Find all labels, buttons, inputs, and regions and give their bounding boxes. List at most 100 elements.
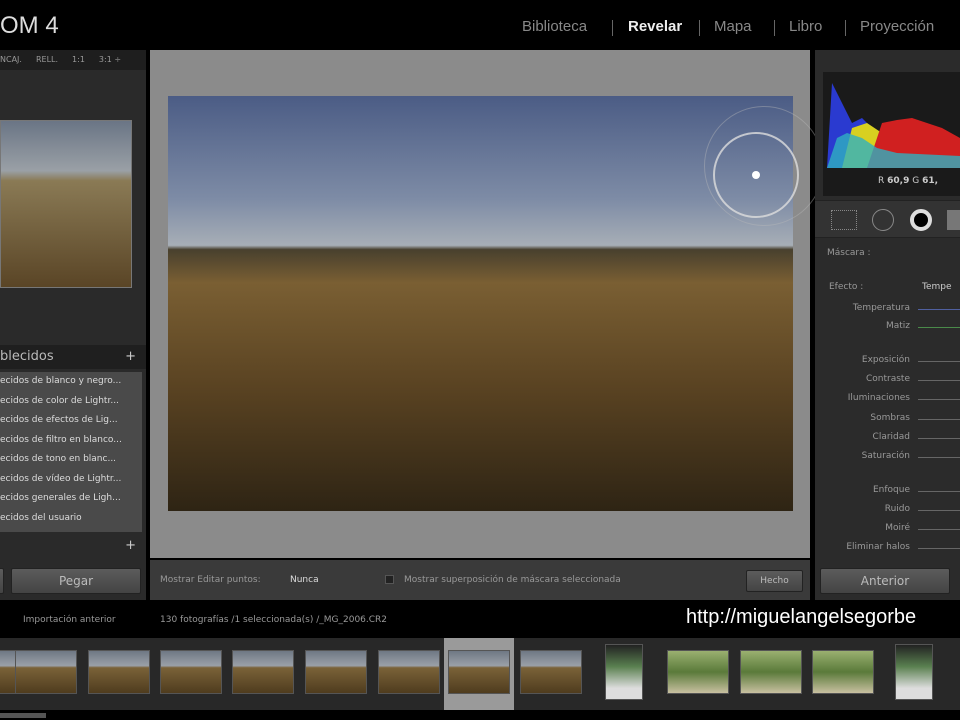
add-snapshot-icon[interactable]: + (125, 538, 136, 553)
preset-folder[interactable]: ecidos de filtro en blanco... (0, 431, 142, 451)
overlay-checkbox[interactable] (385, 575, 394, 584)
filmstrip-source[interactable]: Importación anterior (23, 615, 116, 625)
copy-button[interactable] (0, 568, 4, 594)
slider-track[interactable] (918, 419, 960, 420)
mask-label: Máscara : (827, 248, 871, 258)
filmstrip-thumbnail[interactable] (895, 644, 933, 700)
r-value: 60,9 (887, 176, 910, 186)
filmstrip-cell[interactable] (736, 638, 806, 710)
filmstrip-thumbnail[interactable] (305, 650, 367, 694)
right-panel: R 60,9 G 61, Máscara : Efecto : Tempe An… (815, 50, 960, 600)
slider-label: Saturación (861, 451, 910, 461)
module-libro[interactable]: Libro (789, 18, 822, 35)
slider-track[interactable] (918, 309, 960, 310)
zoom-3-1[interactable]: 3:1 ÷ (99, 55, 121, 64)
divider (774, 20, 775, 36)
add-preset-icon[interactable]: + (125, 349, 136, 364)
filmstrip-cell[interactable] (228, 638, 298, 710)
preset-folder[interactable]: ecidos de color de Lightr... (0, 392, 142, 412)
presets-title: blecidos (0, 349, 54, 364)
filmstrip-cell[interactable] (516, 638, 586, 710)
module-biblioteca[interactable]: Biblioteca (522, 18, 587, 35)
divider (612, 20, 613, 36)
slider-track[interactable] (918, 399, 960, 400)
r-label: R (878, 176, 885, 186)
filmstrip-thumbnail[interactable] (378, 650, 440, 694)
slider-track[interactable] (918, 491, 960, 492)
filmstrip-cell[interactable] (601, 638, 671, 710)
filmstrip-thumbnail[interactable] (740, 650, 802, 694)
preset-folder[interactable]: ecidos generales de Ligh... (0, 489, 142, 509)
navigator-preview[interactable] (0, 120, 132, 288)
slider-track[interactable] (918, 361, 960, 362)
toolbar: Mostrar Editar puntos: Nunca Mostrar sup… (150, 560, 810, 600)
slider-label: Exposición (861, 355, 910, 365)
slider-track[interactable] (918, 529, 960, 530)
filmstrip-cell[interactable] (11, 638, 81, 710)
zoom-fill[interactable]: RELL. (36, 55, 58, 64)
done-button[interactable]: Hecho (746, 570, 803, 592)
slider-track[interactable] (918, 380, 960, 381)
slider-label: Contraste (866, 374, 910, 384)
filmstrip-thumbnail[interactable] (667, 650, 729, 694)
preset-folder[interactable]: ecidos del usuario (0, 509, 142, 529)
slider-label: Eliminar halos (846, 542, 910, 552)
filmstrip-thumbnail[interactable] (448, 650, 510, 694)
adjustment-brush-icon[interactable] (947, 210, 960, 230)
slider-track[interactable] (918, 457, 960, 458)
filmstrip-cell[interactable] (301, 638, 371, 710)
effect-select[interactable]: Tempe (922, 282, 960, 292)
g-value: 61, (922, 176, 939, 186)
app-logo: OM 4 (0, 12, 59, 39)
divider (699, 20, 700, 36)
g-label: G (912, 176, 920, 186)
slider-label: Matiz (885, 321, 910, 331)
filmstrip-info[interactable]: 130 fotografías /1 seleccionada(s) /_MG_… (160, 615, 387, 625)
crop-icon[interactable] (831, 210, 857, 230)
slider-label: Enfoque (872, 485, 910, 495)
zoom-1-1[interactable]: 1:1 (72, 55, 85, 64)
watermark-url: http://miguelangelsegorbe (686, 606, 917, 628)
zoom-fit[interactable]: NCAJ. (0, 55, 22, 64)
filmstrip-thumbnail[interactable] (88, 650, 150, 694)
filmstrip-cell[interactable] (891, 638, 960, 710)
filmstrip-thumbnail[interactable] (520, 650, 582, 694)
preset-folder[interactable]: ecidos de tono en blanc... (0, 450, 142, 470)
show-edit-points-select[interactable]: Nunca (290, 575, 319, 585)
previous-button[interactable]: Anterior (820, 568, 950, 594)
image-canvas[interactable] (150, 50, 824, 558)
filmstrip-cell[interactable] (444, 638, 514, 710)
edit-pin[interactable] (752, 171, 760, 179)
preset-folder[interactable]: ecidos de blanco y negro... (0, 372, 142, 392)
filmstrip-cell[interactable] (374, 638, 444, 710)
filmstrip-cell[interactable] (84, 638, 154, 710)
slider-label: Moiré (885, 523, 910, 533)
preset-folder[interactable]: ecidos de efectos de Lig... (0, 411, 142, 431)
slider-label: Sombras (870, 413, 910, 423)
module-revelar[interactable]: Revelar (628, 18, 682, 35)
slider-track[interactable] (918, 548, 960, 549)
photo-wheat-field[interactable] (168, 96, 824, 511)
filmstrip-thumbnail[interactable] (232, 650, 294, 694)
navigator-header: NCAJ. RELL. 1:1 3:1 ÷ (0, 50, 146, 70)
slider-track[interactable] (918, 438, 960, 439)
radial-filter-icon[interactable] (910, 209, 932, 231)
show-edit-points-label: Mostrar Editar puntos: (160, 575, 261, 585)
filmstrip-thumbnail[interactable] (15, 650, 77, 694)
filmstrip-thumbnail[interactable] (160, 650, 222, 694)
module-mapa[interactable]: Mapa (714, 18, 752, 35)
filmstrip-thumbnail[interactable] (812, 650, 874, 694)
filmstrip-cell[interactable] (156, 638, 226, 710)
module-proyeccion[interactable]: Proyección (860, 18, 934, 35)
paste-button[interactable]: Pegar (11, 568, 141, 594)
preset-folder[interactable]: ecidos de vídeo de Lightr... (0, 470, 142, 490)
slider-track[interactable] (918, 510, 960, 511)
filmstrip-thumbnail[interactable] (605, 644, 643, 700)
spot-removal-icon[interactable] (872, 209, 894, 231)
slider-track[interactable] (918, 327, 960, 328)
filmstrip-scrollbar[interactable] (0, 713, 46, 718)
left-panel: NCAJ. RELL. 1:1 3:1 ÷ blecidos + ecidos de b… (0, 50, 146, 600)
presets-header[interactable]: blecidos + (0, 345, 146, 369)
filmstrip-cell[interactable] (808, 638, 878, 710)
filmstrip-cell[interactable] (663, 638, 733, 710)
